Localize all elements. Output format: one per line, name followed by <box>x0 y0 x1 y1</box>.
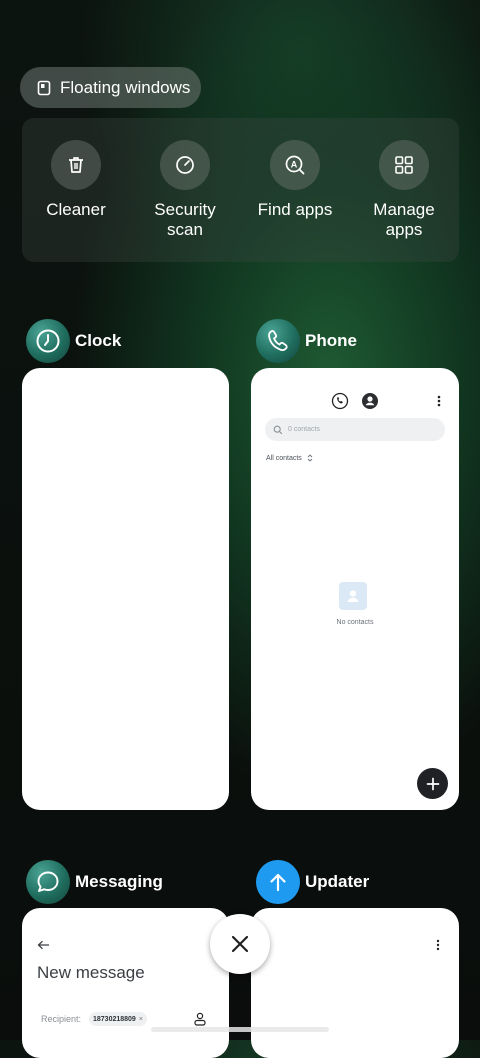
svg-text:A: A <box>291 160 298 170</box>
recipient-label: Recipient: <box>41 1014 82 1024</box>
empty-contacts-text: No contacts <box>336 619 374 626</box>
messaging-app-name: Messaging <box>75 872 163 891</box>
more-vert-icon[interactable] <box>437 392 441 415</box>
recipient-number: 18730218809 <box>93 1015 136 1023</box>
chevron-up-down-icon <box>307 454 313 462</box>
back-arrow-icon[interactable] <box>37 937 50 955</box>
quick-tools-panel: Cleaner Security scan A Find apps Manage… <box>22 118 459 262</box>
arrow-up-icon <box>256 860 300 904</box>
search-placeholder: 0 contacts <box>288 426 320 433</box>
find-apps-icon: A <box>285 155 305 175</box>
plus-icon <box>426 777 439 790</box>
contact-search-input[interactable]: 0 contacts <box>265 418 445 441</box>
messaging-app-preview[interactable]: New message Recipient: 18730218809 × <box>22 908 229 1058</box>
phone-app-name: Phone <box>305 331 357 350</box>
updater-app-preview[interactable] <box>251 908 459 1058</box>
chip-remove-icon[interactable]: × <box>139 1016 143 1023</box>
find-apps-label: Find apps <box>257 200 333 219</box>
cleaner-label: Cleaner <box>46 200 106 219</box>
updater-app-header[interactable]: Updater <box>256 860 369 904</box>
add-contact-button[interactable] <box>417 768 448 799</box>
phone-app-preview[interactable]: 0 contacts All contacts No contacts <box>251 368 459 810</box>
find-apps-button[interactable]: A Find apps <box>245 140 345 220</box>
messaging-app-header[interactable]: Messaging <box>26 860 163 904</box>
more-vert-icon[interactable] <box>436 938 440 956</box>
updater-app-name: Updater <box>305 872 370 891</box>
phone-icon <box>256 319 300 363</box>
clear-all-button[interactable] <box>210 914 270 974</box>
contacts-filter-dropdown[interactable]: All contacts <box>266 454 314 462</box>
trash-icon <box>69 157 83 173</box>
cleaner-button[interactable]: Cleaner <box>26 140 126 220</box>
clock-app-header[interactable]: Clock <box>26 319 121 363</box>
security-scan-label: Security scan <box>154 200 216 239</box>
manage-apps-label: Manage apps <box>373 200 435 239</box>
floating-windows-label: Floating windows <box>60 77 191 97</box>
clock-app-preview[interactable] <box>22 368 229 810</box>
new-message-title: New message <box>37 963 145 982</box>
clock-app-name: Clock <box>75 331 122 350</box>
contacts-filter-label: All contacts <box>266 454 302 462</box>
empty-contacts-icon <box>339 582 367 610</box>
security-scan-icon <box>176 156 194 174</box>
floating-windows-button[interactable]: Floating windows <box>20 67 201 108</box>
floating-window-icon <box>36 80 52 96</box>
clock-icon <box>26 319 70 363</box>
home-indicator[interactable] <box>151 1027 329 1032</box>
chat-bubble-icon <box>26 860 70 904</box>
close-icon <box>231 935 249 953</box>
recipient-chip[interactable]: 18730218809 × <box>89 1012 147 1026</box>
phone-app-header[interactable]: Phone <box>256 319 357 363</box>
grid-icon <box>395 156 413 174</box>
call-icon <box>331 392 349 415</box>
security-scan-button[interactable]: Security scan <box>135 140 235 240</box>
contacts-icon <box>361 392 379 415</box>
search-icon <box>273 425 283 434</box>
manage-apps-button[interactable]: Manage apps <box>354 140 454 240</box>
